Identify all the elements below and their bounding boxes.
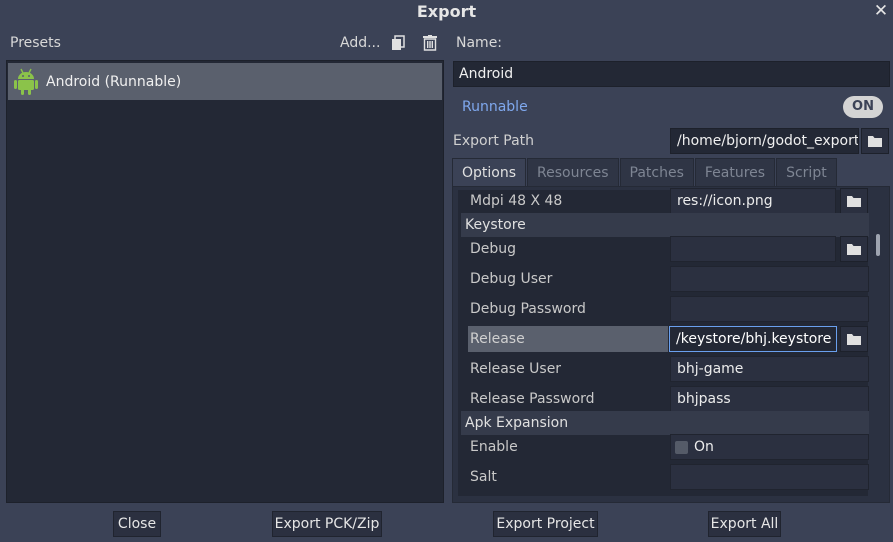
debug-label: Debug	[470, 241, 517, 257]
name-label: Name:	[456, 35, 503, 51]
close-button[interactable]: Close	[113, 511, 161, 537]
mdpi-field[interactable]: res://icon.png	[670, 188, 836, 214]
export-path-input[interactable]: /home/bjorn/godot_export	[670, 128, 859, 154]
release-field[interactable]: /keystore/bhj.keystore	[669, 326, 837, 352]
duplicate-icon[interactable]	[389, 32, 407, 54]
preset-item-label: Android (Runnable)	[46, 73, 182, 90]
presets-label: Presets	[10, 35, 61, 51]
enable-checkbox-label: On	[694, 439, 714, 455]
preset-item-android[interactable]: Android (Runnable)	[8, 63, 442, 100]
keystore-section[interactable]: Keystore	[461, 213, 869, 237]
export-pck-zip-button[interactable]: Export PCK/Zip	[272, 511, 382, 537]
tab-patches[interactable]: Patches	[619, 158, 694, 187]
export-path-label: Export Path	[453, 133, 535, 149]
folder-icon[interactable]	[840, 326, 868, 352]
release-password-field[interactable]: bhjpass	[670, 386, 869, 412]
android-icon	[14, 68, 38, 96]
enable-label: Enable	[470, 439, 518, 455]
tab-options[interactable]: Options	[452, 158, 527, 187]
debug-password-label: Debug Password	[470, 301, 586, 317]
runnable-label: Runnable	[462, 99, 528, 115]
salt-field[interactable]	[670, 464, 869, 490]
options-scrollbar[interactable]	[876, 234, 880, 256]
release-password-label: Release Password	[470, 391, 595, 407]
salt-label: Salt	[470, 469, 497, 485]
release-user-label: Release User	[470, 361, 562, 377]
close-icon[interactable]: ✕	[871, 0, 891, 22]
name-input[interactable]: Android	[453, 61, 890, 87]
tab-bar: Options Resources Patches Features Scrip…	[452, 158, 838, 187]
add-preset-button[interactable]: Add...	[340, 32, 380, 54]
trash-icon[interactable]	[421, 32, 439, 54]
folder-icon[interactable]	[861, 128, 889, 154]
folder-icon[interactable]	[840, 188, 868, 214]
debug-user-label: Debug User	[470, 271, 553, 287]
mdpi-label: Mdpi 48 X 48	[470, 193, 563, 209]
export-all-button[interactable]: Export All	[708, 511, 781, 537]
release-user-field[interactable]: bhj-game	[670, 356, 869, 382]
debug-field[interactable]	[670, 236, 836, 262]
dialog-title: Export	[416, 2, 477, 21]
runnable-toggle[interactable]: ON	[843, 96, 883, 118]
debug-user-field[interactable]	[670, 266, 869, 292]
folder-icon[interactable]	[840, 236, 868, 262]
preset-list	[6, 60, 444, 503]
tab-features[interactable]: Features	[694, 158, 776, 187]
tab-resources[interactable]: Resources	[527, 158, 619, 187]
release-label: Release	[470, 331, 525, 347]
tab-script[interactable]: Script	[776, 158, 837, 187]
enable-checkbox[interactable]: On	[670, 434, 869, 460]
apk-expansion-section[interactable]: Apk Expansion	[461, 411, 869, 435]
debug-password-field[interactable]	[670, 296, 869, 322]
checkbox-icon[interactable]	[675, 440, 688, 454]
export-project-button[interactable]: Export Project	[493, 511, 598, 537]
